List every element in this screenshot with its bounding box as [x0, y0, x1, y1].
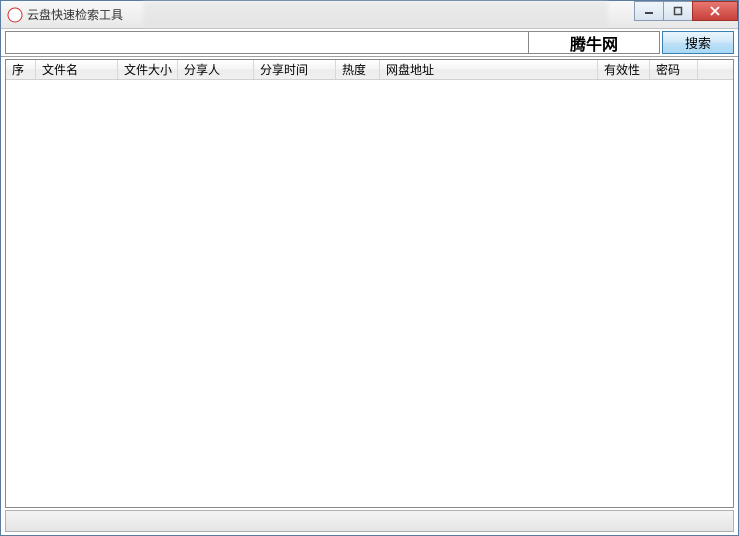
- results-table: 序 文件名 文件大小 分享人 分享时间 热度 网盘地址 有效性 密码: [5, 59, 734, 508]
- search-button[interactable]: 搜索: [662, 31, 734, 54]
- col-filesize[interactable]: 文件大小: [118, 60, 178, 79]
- table-body: [6, 80, 733, 507]
- col-index[interactable]: 序: [6, 60, 36, 79]
- col-validity[interactable]: 有效性: [598, 60, 650, 79]
- search-toolbar: 腾牛网 搜索: [1, 29, 738, 57]
- titlebar-background: [143, 1, 608, 28]
- minimize-button[interactable]: [634, 1, 664, 21]
- statusbar: [5, 510, 734, 532]
- col-password[interactable]: 密码: [650, 60, 698, 79]
- window-controls: [635, 1, 738, 21]
- col-diskurl[interactable]: 网盘地址: [380, 60, 598, 79]
- close-button[interactable]: [692, 1, 738, 21]
- maximize-button[interactable]: [663, 1, 693, 21]
- app-icon: [7, 7, 23, 23]
- brand-label: 腾牛网: [528, 31, 660, 54]
- search-input[interactable]: [5, 31, 528, 54]
- titlebar-left: 云盘快速检索工具: [1, 6, 123, 23]
- table-header: 序 文件名 文件大小 分享人 分享时间 热度 网盘地址 有效性 密码: [6, 60, 733, 80]
- col-spacer: [698, 60, 733, 79]
- col-sharetime[interactable]: 分享时间: [254, 60, 336, 79]
- titlebar: 云盘快速检索工具: [1, 1, 738, 29]
- col-sharer[interactable]: 分享人: [178, 60, 254, 79]
- app-window: 云盘快速检索工具 腾牛网 搜索 序 文件名 文件大小 分享人 分享时间 热度: [0, 0, 739, 536]
- app-title: 云盘快速检索工具: [27, 6, 123, 23]
- col-filename[interactable]: 文件名: [36, 60, 118, 79]
- col-heat[interactable]: 热度: [336, 60, 380, 79]
